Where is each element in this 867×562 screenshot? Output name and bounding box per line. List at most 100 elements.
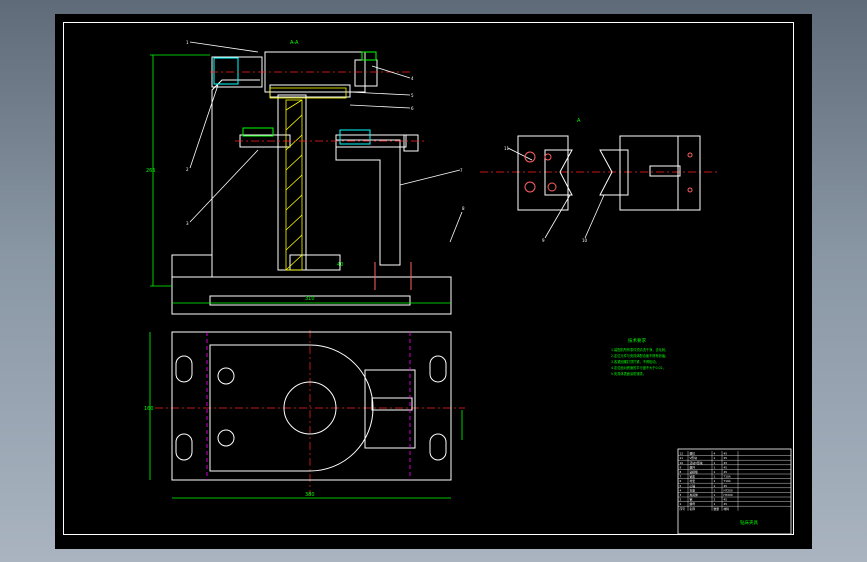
- title-row-cell: T10A: [723, 479, 731, 483]
- title-row-cell: 1: [714, 479, 716, 483]
- side-hole-6: [687, 187, 693, 193]
- title-row-cell: 螺杆: [690, 465, 696, 469]
- plan-slot-4: [429, 433, 447, 461]
- side-hole-2: [524, 181, 536, 193]
- title-row-cell: 钻套: [690, 475, 696, 479]
- title-row-cell: 6: [680, 479, 682, 483]
- title-row-cell: 8: [680, 470, 682, 474]
- title-row-cell: 螺钉: [690, 452, 696, 456]
- title-header-cell: 数量: [714, 507, 720, 511]
- section-hatch: [269, 87, 347, 271]
- tech-line-4: 4.定位面对底面的平行度不大于0.02。: [611, 365, 666, 370]
- title-row-cell: 1: [714, 456, 716, 460]
- title-row-cell: 1: [714, 484, 716, 488]
- title-row-cell: 4: [714, 452, 716, 456]
- tech-line-1: 1.装配前所有零件须清洗干净，去毛刺。: [611, 347, 668, 352]
- title-row-cell: 9: [680, 465, 682, 469]
- movable-v-block: [619, 135, 701, 211]
- title-row-cell: 5: [680, 484, 682, 488]
- dim-plan-w-text: 380: [305, 492, 315, 498]
- tech-notes: 技术要求 1.装配前所有零件须清洗干净，去毛刺。 2.定位元件与夹具体配合面不得…: [611, 337, 668, 376]
- dim-base-text: 310: [305, 296, 315, 302]
- top-nut: [354, 59, 378, 87]
- balloon-6: 6: [411, 106, 414, 111]
- title-row-cell: 活动V形块: [690, 461, 703, 465]
- plan-hole-1: [217, 367, 235, 385]
- front-view-label: A-A: [290, 40, 299, 46]
- title-row-cell: 螺母: [690, 502, 696, 506]
- title-row-cell: 1: [714, 502, 716, 506]
- post-foot: [289, 254, 341, 271]
- title-block-name: 钻床夹具: [740, 519, 758, 526]
- balloon-3: 3: [186, 221, 189, 226]
- dim-height-text: 265: [146, 168, 156, 174]
- title-row-cell: 45: [724, 484, 728, 488]
- balloon-9: 9: [542, 238, 545, 243]
- balloon-1: 1: [186, 40, 189, 45]
- screw-block: [677, 135, 701, 211]
- hatch-post: [285, 99, 303, 271]
- title-row-cell: 45: [724, 465, 728, 469]
- assembly-drawing: 265 310 160 380 40 1 2 3 4 5 6 7 8 9 10 …: [144, 40, 792, 535]
- side-view: [517, 135, 701, 211]
- title-row-cell: 45: [724, 452, 728, 456]
- title-row-cell: 支座: [690, 488, 696, 492]
- title-row-cell: 钻模板: [690, 470, 699, 474]
- title-row-cell: 3: [680, 493, 682, 497]
- side-view-label: A: [577, 118, 581, 124]
- title-row-cell: 45: [724, 461, 728, 465]
- plan-base: [171, 331, 452, 481]
- tech-title: 技术要求: [628, 337, 646, 344]
- title-row-cell: 11: [680, 456, 684, 460]
- title-row-cell: HT200: [724, 488, 733, 492]
- title-header-cell: 名称: [690, 507, 696, 511]
- title-row-cell: 45: [724, 470, 728, 474]
- title-header-cell: 材料: [724, 507, 730, 511]
- balloon-11: 11: [504, 146, 510, 151]
- balloon-8: 8: [462, 206, 465, 211]
- v-notch-right: [599, 149, 629, 196]
- title-row-cell: 1: [714, 465, 716, 469]
- balloon-10: 10: [582, 238, 588, 243]
- title-row-cell: HT200: [724, 493, 733, 497]
- plan-slot-3: [429, 355, 447, 383]
- tech-line-3: 3.各紧固螺钉须拧紧，不得松动。: [611, 359, 659, 364]
- dim-small-text: 40: [337, 262, 343, 268]
- balloon-2: 2: [186, 167, 189, 172]
- title-row-cell: V形块: [690, 456, 698, 460]
- title-row-cell: 1: [680, 502, 682, 506]
- title-block: 12 螺钉 4 4511 V形块 1 4510 活动V形块 1 459 螺杆 1 458 钻模板 1 457 钻…: [677, 448, 792, 535]
- title-row-cell: T10A: [723, 475, 731, 479]
- title-header-cell: 序号: [680, 507, 686, 511]
- support-bracket: [335, 139, 401, 266]
- side-hole-3: [547, 182, 557, 192]
- title-row-cell: 45: [724, 456, 728, 460]
- hidden-lines: [206, 332, 411, 480]
- title-row-cell: 45: [724, 498, 728, 502]
- balloon-5: 5: [411, 93, 414, 98]
- title-row-cell: 7: [680, 475, 682, 479]
- balloon-4: 4: [411, 76, 414, 81]
- side-screw: [649, 165, 681, 177]
- title-row-cell: 1: [714, 493, 716, 497]
- title-row-cell: 2: [680, 498, 682, 502]
- plan-slot-2: [175, 433, 193, 461]
- cyan-bushing: [339, 129, 371, 145]
- title-row-cell: 1: [714, 470, 716, 474]
- tech-line-5: 5.夹具体表面涂防锈漆。: [611, 371, 646, 376]
- title-row-cell: 2: [714, 498, 716, 502]
- center-lines: [155, 71, 718, 495]
- balloon-7: 7: [460, 168, 463, 173]
- left-column: [211, 79, 260, 258]
- title-row-cell: 1: [714, 461, 716, 465]
- title-row-cell: 1: [714, 475, 716, 479]
- title-row-cell: 10: [680, 461, 684, 465]
- title-row-cell: 4: [680, 488, 682, 492]
- left-foot: [171, 254, 213, 278]
- plan-view: [171, 331, 452, 481]
- side-hole-4: [544, 153, 552, 161]
- title-row-cell: 销: [690, 498, 693, 502]
- plan-slot-1: [175, 355, 193, 383]
- title-row-cell: 心轴: [690, 484, 696, 488]
- title-row-cell: 12: [680, 452, 684, 456]
